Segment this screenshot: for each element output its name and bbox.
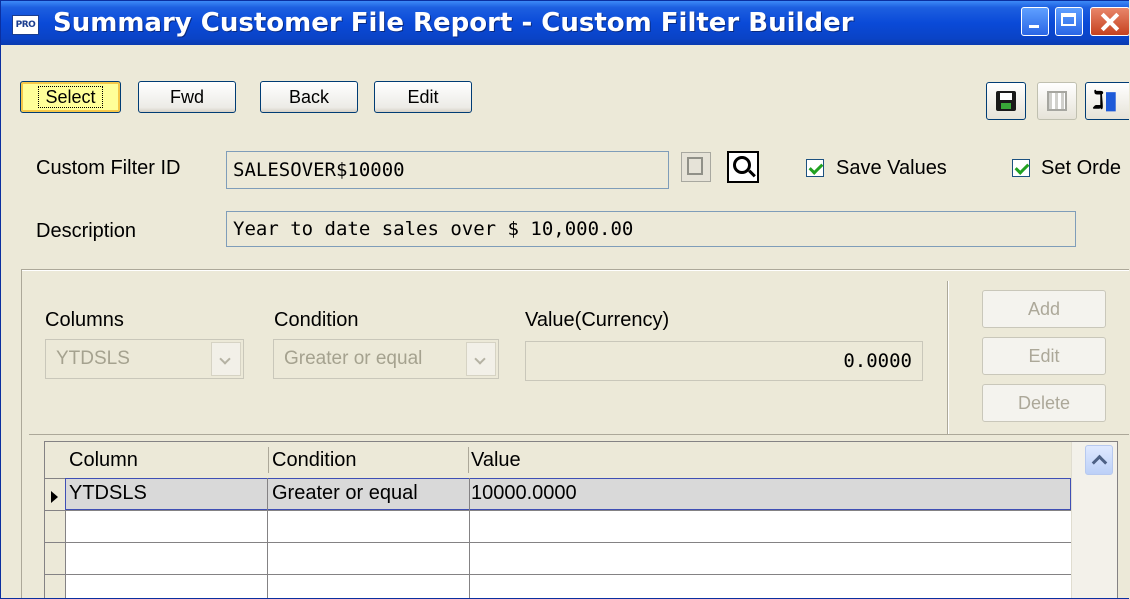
set-order-checkbox[interactable] (1012, 159, 1030, 177)
exit-door-icon: ℷ▮ (1093, 87, 1118, 114)
condition-value: Greater or equal (284, 348, 423, 369)
delete-grid-icon (1047, 91, 1067, 111)
columns-label: Columns (45, 309, 124, 331)
columns-dropdown[interactable]: YTDSLS (45, 339, 244, 379)
row-indicator-column (45, 442, 66, 598)
add-button[interactable]: Add (982, 290, 1106, 328)
scroll-up-icon[interactable] (1085, 445, 1113, 475)
table-row[interactable] (65, 510, 1071, 543)
indicator-line (45, 478, 65, 479)
chevron-down-icon[interactable] (466, 342, 496, 376)
condition-label: Condition (274, 309, 359, 331)
table-row[interactable]: YTDSLS Greater or equal 10000.0000 (65, 478, 1071, 510)
table-row[interactable] (65, 574, 1071, 598)
delete-record-button[interactable] (1037, 82, 1077, 120)
columns-value: YTDSLS (56, 348, 130, 369)
header-separator (468, 447, 469, 473)
window-title: Summary Customer File Report - Custom Fi… (53, 8, 854, 38)
set-order-label: Set Orde (1041, 157, 1122, 179)
column-line (267, 478, 268, 598)
app-icon: PRO (12, 15, 39, 35)
fwd-button[interactable]: Fwd (138, 81, 236, 113)
header-separator (268, 447, 269, 473)
maximize-button[interactable] (1055, 7, 1083, 36)
header-condition[interactable]: Condition (272, 449, 357, 472)
indicator-line (45, 542, 65, 543)
cell-value: 10000.0000 (471, 482, 577, 504)
minimize-button[interactable] (1021, 7, 1049, 36)
column-line (469, 478, 470, 598)
title-bar[interactable]: PRO Summary Customer File Report - Custo… (1, 1, 1129, 45)
lookup-list-icon[interactable] (681, 152, 711, 182)
chevron-down-icon[interactable] (211, 342, 241, 376)
edit-button[interactable]: Edit (374, 81, 472, 113)
search-icon[interactable] (727, 151, 759, 183)
close-button[interactable] (1090, 7, 1129, 36)
save-values-checkbox[interactable] (806, 159, 824, 177)
filter-builder-window: PRO Summary Customer File Report - Custo… (0, 0, 1129, 599)
filter-id-label: Custom Filter ID (36, 157, 181, 179)
current-row-arrow-icon (51, 491, 58, 503)
description-label: Description (36, 220, 137, 242)
cell-column: YTDSLS (69, 482, 147, 504)
grid-header: Column Condition Value (65, 442, 1071, 478)
toolbar: Select Fwd Back Edit ℷ▮ (1, 45, 1129, 131)
cell-condition: Greater or equal (272, 482, 418, 504)
edit-condition-button[interactable]: Edit (982, 337, 1106, 375)
description-input[interactable]: Year to date sales over $ 10,000.00 (226, 211, 1076, 247)
floppy-disk-icon (996, 91, 1016, 111)
indicator-line (45, 510, 65, 511)
editor-divider (947, 281, 949, 434)
indicator-line (45, 574, 65, 575)
save-values-label: Save Values (836, 157, 947, 179)
value-label: Value(Currency) (525, 309, 670, 331)
value-input[interactable]: 0.0000 (525, 341, 923, 381)
header-value[interactable]: Value (471, 449, 521, 472)
frame-highlight (22, 270, 1129, 271)
select-button-label: Select (38, 86, 103, 108)
save-button[interactable] (986, 82, 1026, 120)
delete-condition-button[interactable]: Delete (982, 384, 1106, 422)
header-column[interactable]: Column (69, 449, 138, 472)
grid-divider (29, 434, 1129, 435)
condition-dropdown[interactable]: Greater or equal (273, 339, 499, 379)
table-row[interactable] (65, 542, 1071, 575)
filter-id-input[interactable]: SALESOVER$10000 (226, 151, 669, 189)
exit-button[interactable]: ℷ▮ (1085, 82, 1129, 120)
back-button[interactable]: Back (260, 81, 358, 113)
vertical-scrollbar[interactable] (1071, 442, 1117, 598)
select-button[interactable]: Select (20, 81, 121, 113)
conditions-grid[interactable]: Column Condition Value YTDSLS Greater or… (44, 441, 1118, 598)
